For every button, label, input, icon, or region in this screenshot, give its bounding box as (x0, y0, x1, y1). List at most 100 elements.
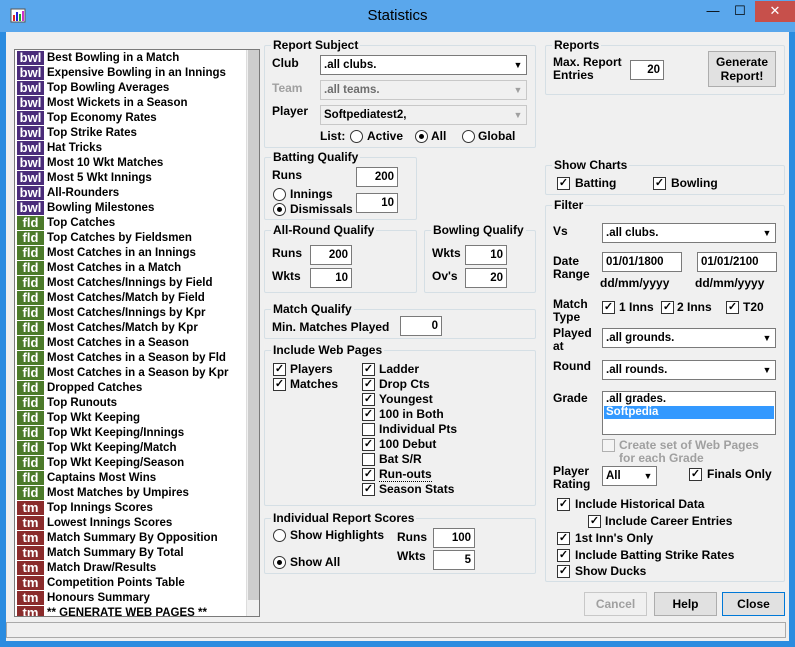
report-item[interactable]: fld Most Catches in a Season by Fld (17, 351, 226, 366)
list-active-radio[interactable] (350, 130, 363, 143)
report-item[interactable]: fld Top Wkt Keeping/Match (17, 441, 176, 456)
played-at-select[interactable]: .all grounds. ▼ (602, 328, 776, 348)
allround-runs-input[interactable]: 200 (310, 245, 352, 265)
100-both-checkbox[interactable]: ✓ (362, 408, 375, 421)
report-item[interactable]: bwl Top Bowling Averages (17, 81, 169, 96)
strike-rates-checkbox[interactable]: ✓ (557, 549, 570, 562)
report-item[interactable]: bwl Best Bowling in a Match (17, 51, 179, 66)
cancel-button[interactable]: Cancel (584, 592, 647, 616)
list-global-radio[interactable] (462, 130, 475, 143)
career-checkbox[interactable]: ✓ (588, 515, 601, 528)
batting-runs-input[interactable]: 200 (356, 167, 398, 187)
report-item[interactable]: fld Top Runouts (17, 396, 117, 411)
minimize-button[interactable]: — (700, 1, 726, 21)
report-item[interactable]: bwl Expensive Bowling in an Innings (17, 66, 226, 81)
create-set-checkbox[interactable] (602, 439, 615, 452)
drop-cts-checkbox[interactable]: ✓ (362, 378, 375, 391)
report-item[interactable]: tm Match Draw/Results (17, 561, 156, 576)
report-item[interactable]: bwl Top Strike Rates (17, 126, 137, 141)
report-item[interactable]: fld Most Catches/Match by Field (17, 291, 205, 306)
report-item[interactable]: tm Lowest Innings Scores (17, 516, 172, 531)
show-highlights-radio[interactable] (273, 529, 286, 542)
report-item[interactable]: tm Competition Points Table (17, 576, 185, 591)
indiv-wkts-input[interactable]: 5 (433, 550, 475, 570)
bowling-wkts-input[interactable]: 10 (465, 245, 507, 265)
players-checkbox[interactable]: ✓ (273, 363, 286, 376)
report-item[interactable]: bwl All-Rounders (17, 186, 119, 201)
help-button[interactable]: Help (654, 592, 717, 616)
grade-item[interactable]: .all grades. (604, 393, 774, 406)
report-item[interactable]: fld Most Catches in an Innings (17, 246, 196, 261)
max-entries-input[interactable]: 20 (630, 60, 664, 80)
chart-bowling-checkbox[interactable]: ✓ (653, 177, 666, 190)
list-all-radio[interactable] (415, 130, 428, 143)
100-debut-checkbox[interactable]: ✓ (362, 438, 375, 451)
report-item[interactable]: fld Most Catches/Match by Kpr (17, 321, 198, 336)
report-item[interactable]: fld Captains Most Wins (17, 471, 156, 486)
youngest-checkbox[interactable]: ✓ (362, 393, 375, 406)
report-item[interactable]: bwl Top Economy Rates (17, 111, 157, 126)
bowling-ovs-input[interactable]: 20 (465, 268, 507, 288)
report-item[interactable]: bwl Most 5 Wkt Innings (17, 171, 152, 186)
maximize-button[interactable]: ☐ (727, 1, 753, 21)
report-item[interactable]: fld Top Catches by Fieldsmen (17, 231, 192, 246)
inns1-checkbox[interactable]: ✓ (602, 301, 615, 314)
date-to-input[interactable]: 01/01/2100 (697, 252, 777, 272)
report-item[interactable]: fld Most Catches in a Match (17, 261, 181, 276)
report-item[interactable]: fld Most Catches/Innings by Field (17, 276, 213, 291)
report-item[interactable]: tm Honours Summary (17, 591, 150, 606)
min-matches-input[interactable]: 0 (400, 316, 442, 336)
player-rating-select[interactable]: All ▼ (602, 466, 657, 486)
report-item[interactable]: tm Match Summary By Opposition (17, 531, 218, 546)
date-from-input[interactable]: 01/01/1800 (602, 252, 682, 272)
club-select[interactable]: .all clubs. ▼ (320, 55, 527, 75)
season-stats-checkbox[interactable]: ✓ (362, 483, 375, 496)
inns2-checkbox[interactable]: ✓ (661, 301, 674, 314)
report-item[interactable]: fld Top Wkt Keeping (17, 411, 140, 426)
batting-qualify-input[interactable]: 10 (356, 193, 398, 213)
close-window-button[interactable]: ✕ (755, 1, 795, 22)
report-item[interactable]: bwl Hat Tricks (17, 141, 102, 156)
report-item[interactable]: fld Top Catches (17, 216, 115, 231)
generate-report-button[interactable]: Generate Report! (708, 51, 776, 87)
t20-checkbox[interactable]: ✓ (726, 301, 739, 314)
played-label-2: at (553, 339, 564, 353)
first-inn-checkbox[interactable]: ✓ (557, 532, 570, 545)
historical-checkbox[interactable]: ✓ (557, 498, 570, 511)
run-outs-checkbox[interactable]: ✓ (362, 468, 375, 481)
allround-wkts-input[interactable]: 10 (310, 268, 352, 288)
ladder-checkbox[interactable]: ✓ (362, 363, 375, 376)
show-all-radio[interactable] (273, 556, 286, 569)
chart-batting-checkbox[interactable]: ✓ (557, 177, 570, 190)
report-list[interactable]: bwl Best Bowling in a Match bwl Expensive B… (14, 49, 260, 617)
report-item[interactable]: fld Most Catches in a Season by Kpr (17, 366, 229, 381)
report-item[interactable]: tm Match Summary By Total (17, 546, 184, 561)
report-item[interactable]: fld Top Wkt Keeping/Innings (17, 426, 184, 441)
innings-radio[interactable] (273, 188, 286, 201)
report-item[interactable]: bwl Bowling Milestones (17, 201, 154, 216)
finals-only-checkbox[interactable]: ✓ (689, 468, 702, 481)
report-item[interactable]: tm ** GENERATE WEB PAGES ** (17, 606, 207, 616)
matches-checkbox[interactable]: ✓ (273, 378, 286, 391)
round-select[interactable]: .all rounds. ▼ (602, 360, 776, 380)
dismissals-radio[interactable] (273, 203, 286, 216)
report-item[interactable]: bwl Most Wickets in a Season (17, 96, 188, 111)
report-item[interactable]: bwl Most 10 Wkt Matches (17, 156, 163, 171)
scrollbar-thumb[interactable] (248, 50, 259, 600)
bat-sr-checkbox[interactable] (362, 453, 375, 466)
report-item[interactable]: fld Most Catches/Innings by Kpr (17, 306, 205, 321)
close-button[interactable]: Close (722, 592, 785, 616)
vs-select[interactable]: .all clubs. ▼ (602, 223, 776, 243)
report-item[interactable]: fld Most Matches by Umpires (17, 486, 189, 501)
ducks-checkbox[interactable]: ✓ (557, 565, 570, 578)
player-select[interactable]: Softpediatest2, ▼ (320, 105, 527, 125)
team-select[interactable]: .all teams. ▼ (320, 80, 527, 100)
indiv-pts-checkbox[interactable] (362, 423, 375, 436)
report-item[interactable]: fld Dropped Catches (17, 381, 142, 396)
report-item[interactable]: tm Top Innings Scores (17, 501, 153, 516)
grade-item-selected[interactable]: Softpedia (604, 406, 774, 419)
indiv-runs-input[interactable]: 100 (433, 528, 475, 548)
report-item[interactable]: fld Top Wkt Keeping/Season (17, 456, 184, 471)
grade-listbox[interactable]: .all grades. Softpedia (602, 391, 776, 435)
report-item[interactable]: fld Most Catches in a Season (17, 336, 189, 351)
